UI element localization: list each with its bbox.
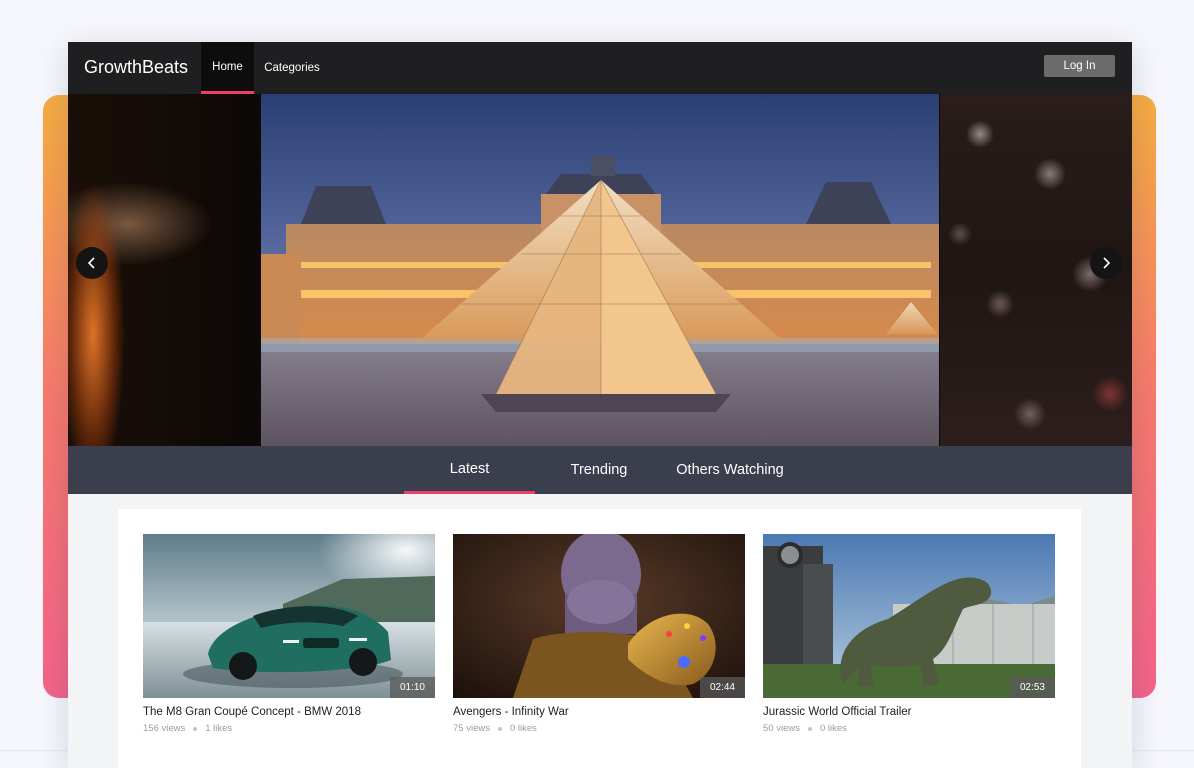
- nav-item-home[interactable]: Home: [201, 42, 254, 94]
- tab-trending[interactable]: Trending: [535, 446, 663, 494]
- video-duration: 01:10: [389, 677, 435, 698]
- hero-carousel: [68, 94, 1132, 446]
- dot-separator: [497, 726, 502, 731]
- view-count: 50 views: [763, 723, 800, 734]
- page-stage: GrowthBeats Home Categories Log In Lates…: [0, 0, 1194, 768]
- video-duration: 02:44: [699, 677, 745, 698]
- video-card[interactable]: 02:53 Jurassic World Official Trailer 50…: [763, 534, 1055, 734]
- video-title[interactable]: Jurassic World Official Trailer: [763, 706, 1055, 718]
- carousel-next-button[interactable]: [1090, 247, 1122, 279]
- like-count: 0 likes: [819, 723, 847, 734]
- tab-others-watching[interactable]: Others Watching: [663, 446, 797, 494]
- video-meta: 75 views 0 likes: [453, 723, 745, 734]
- thanos-thumbnail-image: [453, 534, 745, 698]
- carousel-prev-button[interactable]: [76, 247, 108, 279]
- tab-latest[interactable]: Latest: [404, 446, 535, 494]
- video-meta: 50 views 0 likes: [763, 723, 1055, 734]
- video-title[interactable]: The M8 Gran Coupé Concept - BMW 2018: [143, 706, 435, 718]
- video-thumbnail[interactable]: 02:53: [763, 534, 1055, 698]
- top-navbar: GrowthBeats Home Categories Log In: [68, 42, 1132, 94]
- app-window: GrowthBeats Home Categories Log In Lates…: [68, 42, 1132, 768]
- nav-item-categories[interactable]: Categories: [258, 42, 326, 94]
- content-tabs: Latest Trending Others Watching: [68, 446, 1132, 494]
- video-duration: 02:53: [1009, 677, 1055, 698]
- video-meta: 156 views 1 likes: [143, 723, 435, 734]
- view-count: 75 views: [453, 723, 490, 734]
- video-card[interactable]: 01:10 The M8 Gran Coupé Concept - BMW 20…: [143, 534, 435, 734]
- like-count: 1 likes: [205, 723, 233, 734]
- video-thumbnail[interactable]: 02:44: [453, 534, 745, 698]
- video-title[interactable]: Avengers - Infinity War: [453, 706, 745, 718]
- video-thumbnail[interactable]: 01:10: [143, 534, 435, 698]
- video-list: 01:10 The M8 Gran Coupé Concept - BMW 20…: [118, 509, 1081, 768]
- video-card[interactable]: 02:44 Avengers - Infinity War 75 views 0…: [453, 534, 745, 734]
- view-count: 156 views: [143, 723, 186, 734]
- dot-separator: [807, 726, 812, 731]
- bmw-car-thumbnail-image: [143, 534, 435, 698]
- content-area: 01:10 The M8 Gran Coupé Concept - BMW 20…: [68, 494, 1132, 768]
- chevron-right-icon: [1103, 257, 1111, 269]
- like-count: 0 likes: [509, 723, 537, 734]
- chevron-left-icon: [87, 257, 95, 269]
- jurassic-world-thumbnail-image: [763, 534, 1055, 698]
- carousel-slide-current[interactable]: [261, 94, 939, 446]
- login-button[interactable]: Log In: [1044, 55, 1115, 77]
- brand-logo[interactable]: GrowthBeats: [84, 57, 188, 78]
- dot-separator: [193, 726, 198, 731]
- louvre-pyramid-image: [261, 94, 939, 446]
